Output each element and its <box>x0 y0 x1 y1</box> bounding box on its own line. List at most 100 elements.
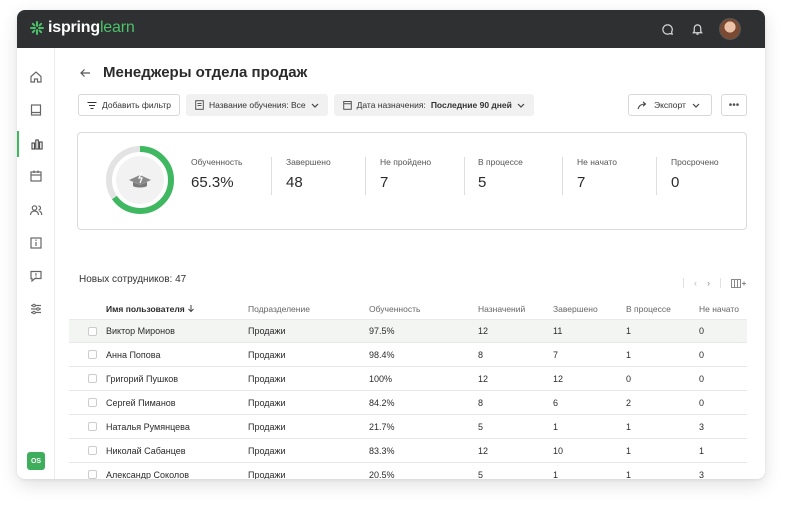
sidebar-item-calendar[interactable] <box>17 163 55 189</box>
stats-panel: Обученность 65.3% Завершено 48 Не пройде… <box>77 132 747 230</box>
table-row[interactable]: Сергей Пиманов Продажи 84.2% 8 6 2 0 <box>69 391 747 415</box>
sidebar-item-home[interactable] <box>17 64 55 90</box>
cell-completed: 12 <box>553 373 564 384</box>
next-page-icon[interactable]: › <box>707 278 710 288</box>
sidebar-item-reports[interactable] <box>17 131 55 157</box>
stat-failed: Не пройдено 7 <box>380 157 431 191</box>
column-settings-icon[interactable] <box>731 278 747 288</box>
chat-icon[interactable] <box>659 21 675 37</box>
employees-table: Имя пользователя Подразделение Обученнос… <box>69 298 747 479</box>
cell-department: Продажи <box>248 445 286 456</box>
row-checkbox[interactable] <box>88 374 97 383</box>
pager-divider <box>683 278 684 288</box>
sidebar-item-users[interactable] <box>17 197 55 223</box>
cell-name: Наталья Румянцева <box>106 421 190 432</box>
cell-assigned: 12 <box>478 445 489 456</box>
column-header-progress[interactable]: Обученность <box>369 298 420 319</box>
stat-in-progress-label: В процессе <box>478 157 523 167</box>
sidebar-item-info[interactable] <box>17 230 55 256</box>
column-header-department[interactable]: Подразделение <box>248 298 310 319</box>
cell-in-progress: 2 <box>626 397 632 408</box>
cell-completed: 1 <box>553 421 559 432</box>
more-options-button[interactable]: ••• <box>721 94 747 116</box>
top-bar: ispringlearn <box>17 10 765 48</box>
row-checkbox[interactable] <box>88 398 97 407</box>
cell-progress: 100% <box>369 373 393 384</box>
cell-assigned: 12 <box>478 326 489 336</box>
row-checkbox[interactable] <box>88 350 97 359</box>
cell-progress: 83.3% <box>369 445 395 456</box>
cell-in-progress: 1 <box>626 445 632 456</box>
cell-in-progress: 1 <box>626 469 632 480</box>
page-title: Менеджеры отдела продаж <box>103 64 308 81</box>
table-row[interactable]: Виктор Миронов Продажи 97.5% 12 11 1 0 <box>69 319 747 343</box>
row-checkbox[interactable] <box>88 327 97 336</box>
sidebar-item-settings[interactable] <box>17 296 55 322</box>
chevron-down-icon <box>517 103 525 108</box>
cell-in-progress: 1 <box>626 421 632 432</box>
course-filter-dropdown[interactable]: Название обучения: Все <box>186 94 328 116</box>
book-icon <box>30 104 42 116</box>
cell-department: Продажи <box>248 373 286 384</box>
cell-assigned: 8 <box>478 397 484 408</box>
stat-overdue: Просрочено 0 <box>671 157 719 191</box>
back-arrow-icon[interactable] <box>79 67 91 79</box>
cell-department: Продажи <box>248 397 286 408</box>
feedback-icon <box>30 270 42 283</box>
logo-icon <box>30 21 44 35</box>
table-row[interactable]: Анна Попова Продажи 98.4% 8 7 1 0 <box>69 343 747 367</box>
date-filter-value: Последние 90 дней <box>430 100 512 110</box>
table-row[interactable]: Александр Соколов Продажи 20.5% 5 1 1 3 <box>69 463 747 479</box>
sidebar-item-feedback[interactable] <box>17 263 55 289</box>
table-row[interactable]: Григорий Пушков Продажи 100% 12 12 0 0 <box>69 367 747 391</box>
stat-overdue-label: Просрочено <box>671 157 719 167</box>
cell-completed: 1 <box>553 469 559 480</box>
column-header-assigned[interactable]: Назначений <box>478 298 525 319</box>
cell-not-started: 0 <box>699 326 705 336</box>
table-row[interactable]: Наталья Румянцева Продажи 21.7% 5 1 1 3 <box>69 415 747 439</box>
cell-name: Виктор Миронов <box>106 326 175 336</box>
sort-arrow-down-icon <box>188 305 194 313</box>
column-header-not-started[interactable]: Не начато <box>699 298 739 319</box>
cell-not-started: 0 <box>699 349 705 360</box>
column-header-in-progress[interactable]: В процессе <box>626 298 671 319</box>
user-avatar[interactable] <box>719 18 741 40</box>
stat-divider <box>365 157 366 195</box>
prev-page-icon[interactable]: ‹ <box>694 278 697 288</box>
user-initials-badge[interactable]: OS <box>27 452 45 470</box>
table-row[interactable]: Николай Сабанцев Продажи 83.3% 12 10 1 1 <box>69 439 747 463</box>
stat-not-started-label: Не начато <box>577 157 617 167</box>
sidebar-item-library[interactable] <box>17 97 55 123</box>
stat-completed: Завершено 48 <box>286 157 331 191</box>
stat-divider <box>562 157 563 195</box>
sidebar: OS <box>17 48 55 479</box>
column-header-completed[interactable]: Завершено <box>553 298 598 319</box>
row-checkbox[interactable] <box>88 470 97 479</box>
brand-logo[interactable]: ispringlearn <box>30 19 135 37</box>
employee-count-label: Новых сотрудников: 47 <box>79 274 187 285</box>
cell-in-progress: 1 <box>626 326 632 336</box>
row-checkbox[interactable] <box>88 446 97 455</box>
export-button[interactable]: Экспорт <box>628 94 712 116</box>
stat-in-progress: В процессе 5 <box>478 157 523 191</box>
cell-in-progress: 1 <box>626 349 632 360</box>
progress-donut <box>106 146 174 214</box>
cell-completed: 7 <box>553 349 559 360</box>
cell-not-started: 3 <box>699 421 705 432</box>
bell-icon[interactable] <box>689 21 705 37</box>
column-header-name[interactable]: Имя пользователя <box>106 298 195 319</box>
stat-not-started-value: 7 <box>577 174 586 191</box>
stat-completed-value: 48 <box>286 174 303 191</box>
chevron-down-icon <box>692 103 700 108</box>
date-filter-dropdown[interactable]: Дата назначения: Последние 90 дней <box>333 94 534 116</box>
document-icon <box>195 100 204 110</box>
row-checkbox[interactable] <box>88 422 97 431</box>
add-filter-button[interactable]: Добавить фильтр <box>78 94 181 116</box>
brand-name: ispringlearn <box>48 19 135 37</box>
cell-not-started: 1 <box>699 445 705 456</box>
main-content: Менеджеры отдела продаж Добавить фильтр … <box>55 48 765 479</box>
stat-overdue-value: 0 <box>671 174 680 191</box>
cell-progress: 20.5% <box>369 469 395 480</box>
cell-department: Продажи <box>248 349 286 360</box>
home-icon <box>30 71 42 83</box>
